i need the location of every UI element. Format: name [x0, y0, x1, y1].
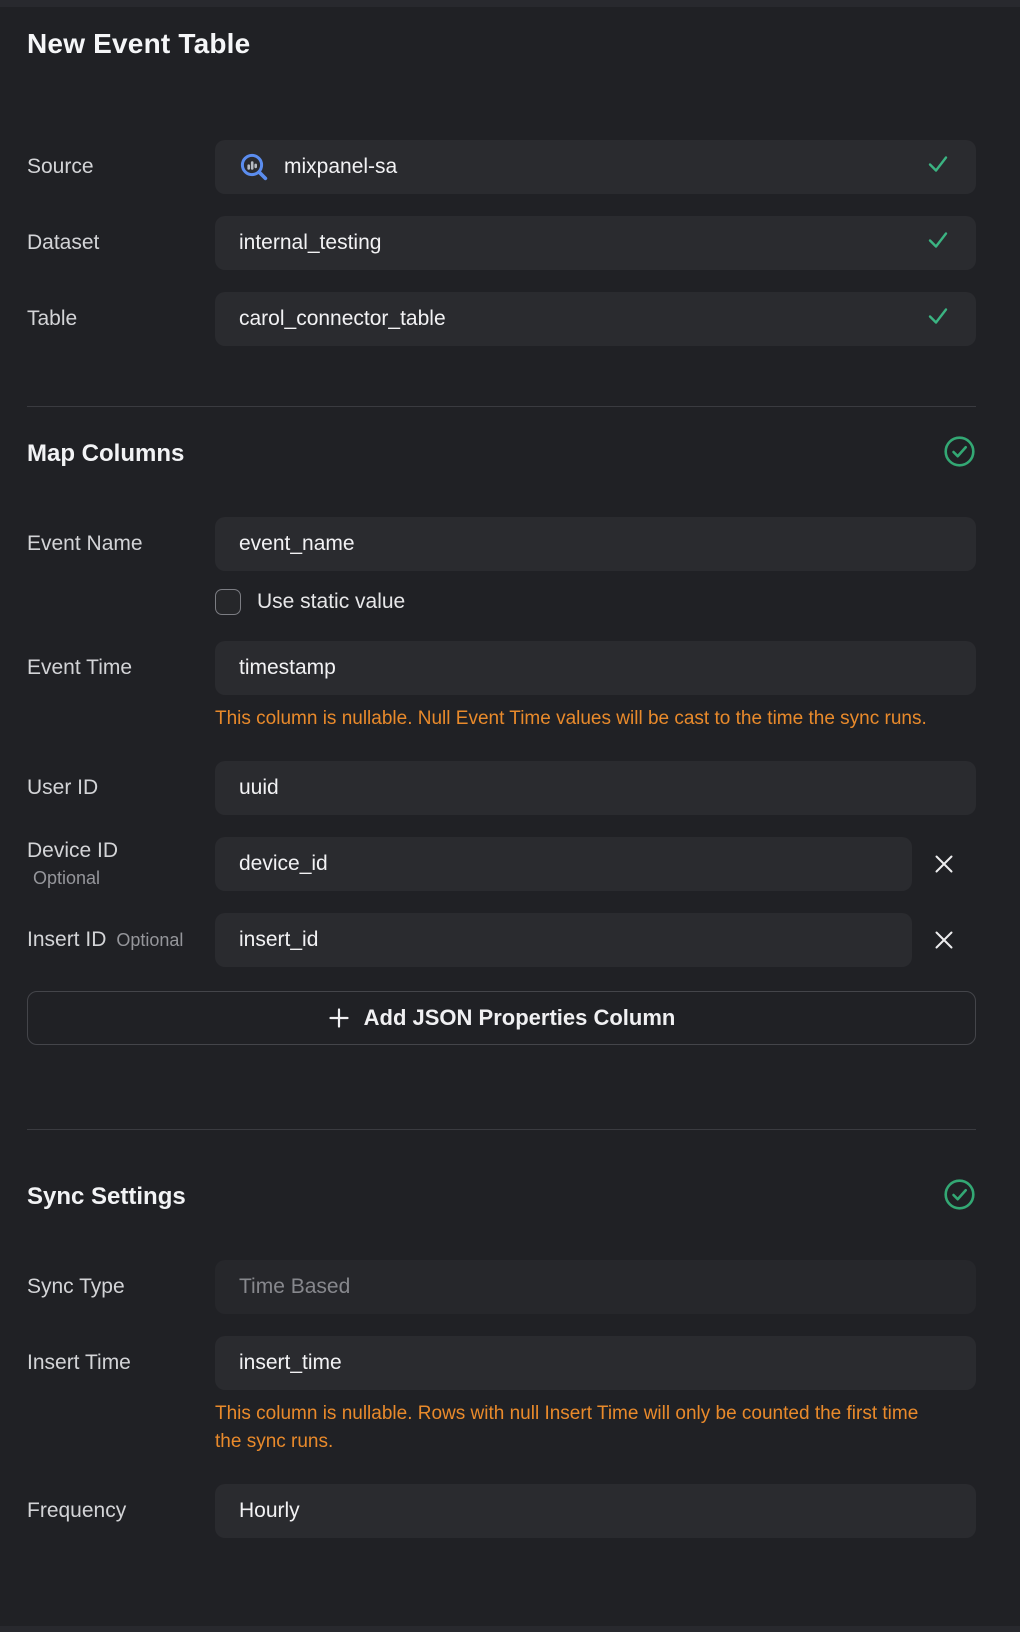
user-id-label: User ID	[27, 776, 215, 800]
table-label: Table	[27, 307, 215, 331]
top-edge-surface	[0, 0, 1020, 7]
sync-type-select: Time Based	[215, 1260, 976, 1314]
frequency-row: Frequency Hourly	[27, 1484, 976, 1538]
device-id-optional-label: Optional	[27, 868, 215, 889]
insert-time-label: Insert Time	[27, 1351, 215, 1375]
insert-id-remove-button[interactable]	[928, 924, 960, 956]
sync-type-value: Time Based	[239, 1275, 350, 1299]
bigquery-logo-icon	[239, 152, 269, 182]
device-id-label: Device ID Optional	[27, 839, 215, 889]
use-static-value-label: Use static value	[257, 590, 405, 614]
use-static-value-checkbox[interactable]	[215, 589, 241, 615]
insert-id-optional-label: Optional	[116, 930, 183, 951]
section-complete-icon	[943, 435, 976, 473]
event-time-value: timestamp	[239, 656, 336, 680]
event-time-row: Event Time timestamp	[27, 641, 976, 695]
use-static-value-row: Use static value	[215, 589, 976, 615]
dataset-value: internal_testing	[239, 231, 381, 255]
insert-time-value: insert_time	[239, 1351, 342, 1375]
section-divider	[27, 406, 976, 407]
sync-settings-header: Sync Settings	[27, 1178, 976, 1216]
table-value: carol_connector_table	[239, 307, 446, 331]
insert-time-row: Insert Time insert_time	[27, 1336, 976, 1390]
device-id-select[interactable]: device_id	[215, 837, 912, 891]
user-id-row: User ID uuid	[27, 761, 976, 815]
device-id-value: device_id	[239, 852, 328, 876]
event-name-label: Event Name	[27, 532, 215, 556]
insert-id-value: insert_id	[239, 928, 318, 952]
insert-id-select[interactable]: insert_id	[215, 913, 912, 967]
insert-time-nullable-warning: This column is nullable. Rows with null …	[215, 1400, 945, 1456]
table-select[interactable]: carol_connector_table	[215, 292, 976, 346]
event-time-label: Event Time	[27, 656, 215, 680]
insert-id-row: Insert ID Optional insert_id	[27, 913, 976, 967]
valid-check-icon	[926, 229, 950, 257]
valid-check-icon	[926, 153, 950, 181]
insert-id-label: Insert ID Optional	[27, 928, 215, 952]
new-event-table-form: New Event Table Source mixpanel-sa Datas…	[0, 0, 1020, 1538]
sync-type-row: Sync Type Time Based	[27, 1260, 976, 1314]
event-time-nullable-warning: This column is nullable. Null Event Time…	[215, 705, 945, 733]
device-id-remove-button[interactable]	[928, 848, 960, 880]
page-title: New Event Table	[27, 28, 976, 60]
plus-icon	[328, 1007, 350, 1029]
source-row: Source mixpanel-sa	[27, 140, 976, 194]
frequency-label: Frequency	[27, 1499, 215, 1523]
dataset-row: Dataset internal_testing	[27, 216, 976, 270]
device-id-row: Device ID Optional device_id	[27, 837, 976, 891]
sync-settings-heading: Sync Settings	[27, 1183, 186, 1211]
valid-check-icon	[926, 305, 950, 333]
map-columns-header: Map Columns	[27, 435, 976, 473]
dataset-select[interactable]: internal_testing	[215, 216, 976, 270]
event-name-row: Event Name event_name	[27, 517, 976, 571]
user-id-value: uuid	[239, 776, 279, 800]
source-select[interactable]: mixpanel-sa	[215, 140, 976, 194]
user-id-select[interactable]: uuid	[215, 761, 976, 815]
insert-time-select[interactable]: insert_time	[215, 1336, 976, 1390]
event-name-value: event_name	[239, 532, 355, 556]
event-time-select[interactable]: timestamp	[215, 641, 976, 695]
add-json-properties-column-button[interactable]: Add JSON Properties Column	[27, 991, 976, 1045]
dataset-label: Dataset	[27, 231, 215, 255]
source-label: Source	[27, 155, 215, 179]
bottom-edge-surface	[0, 1626, 1020, 1632]
event-name-select[interactable]: event_name	[215, 517, 976, 571]
section-complete-icon	[943, 1178, 976, 1216]
source-value: mixpanel-sa	[284, 155, 397, 179]
frequency-select[interactable]: Hourly	[215, 1484, 976, 1538]
section-divider	[27, 1129, 976, 1130]
table-row: Table carol_connector_table	[27, 292, 976, 346]
sync-type-label: Sync Type	[27, 1275, 215, 1299]
frequency-value: Hourly	[239, 1499, 300, 1523]
map-columns-heading: Map Columns	[27, 440, 184, 468]
